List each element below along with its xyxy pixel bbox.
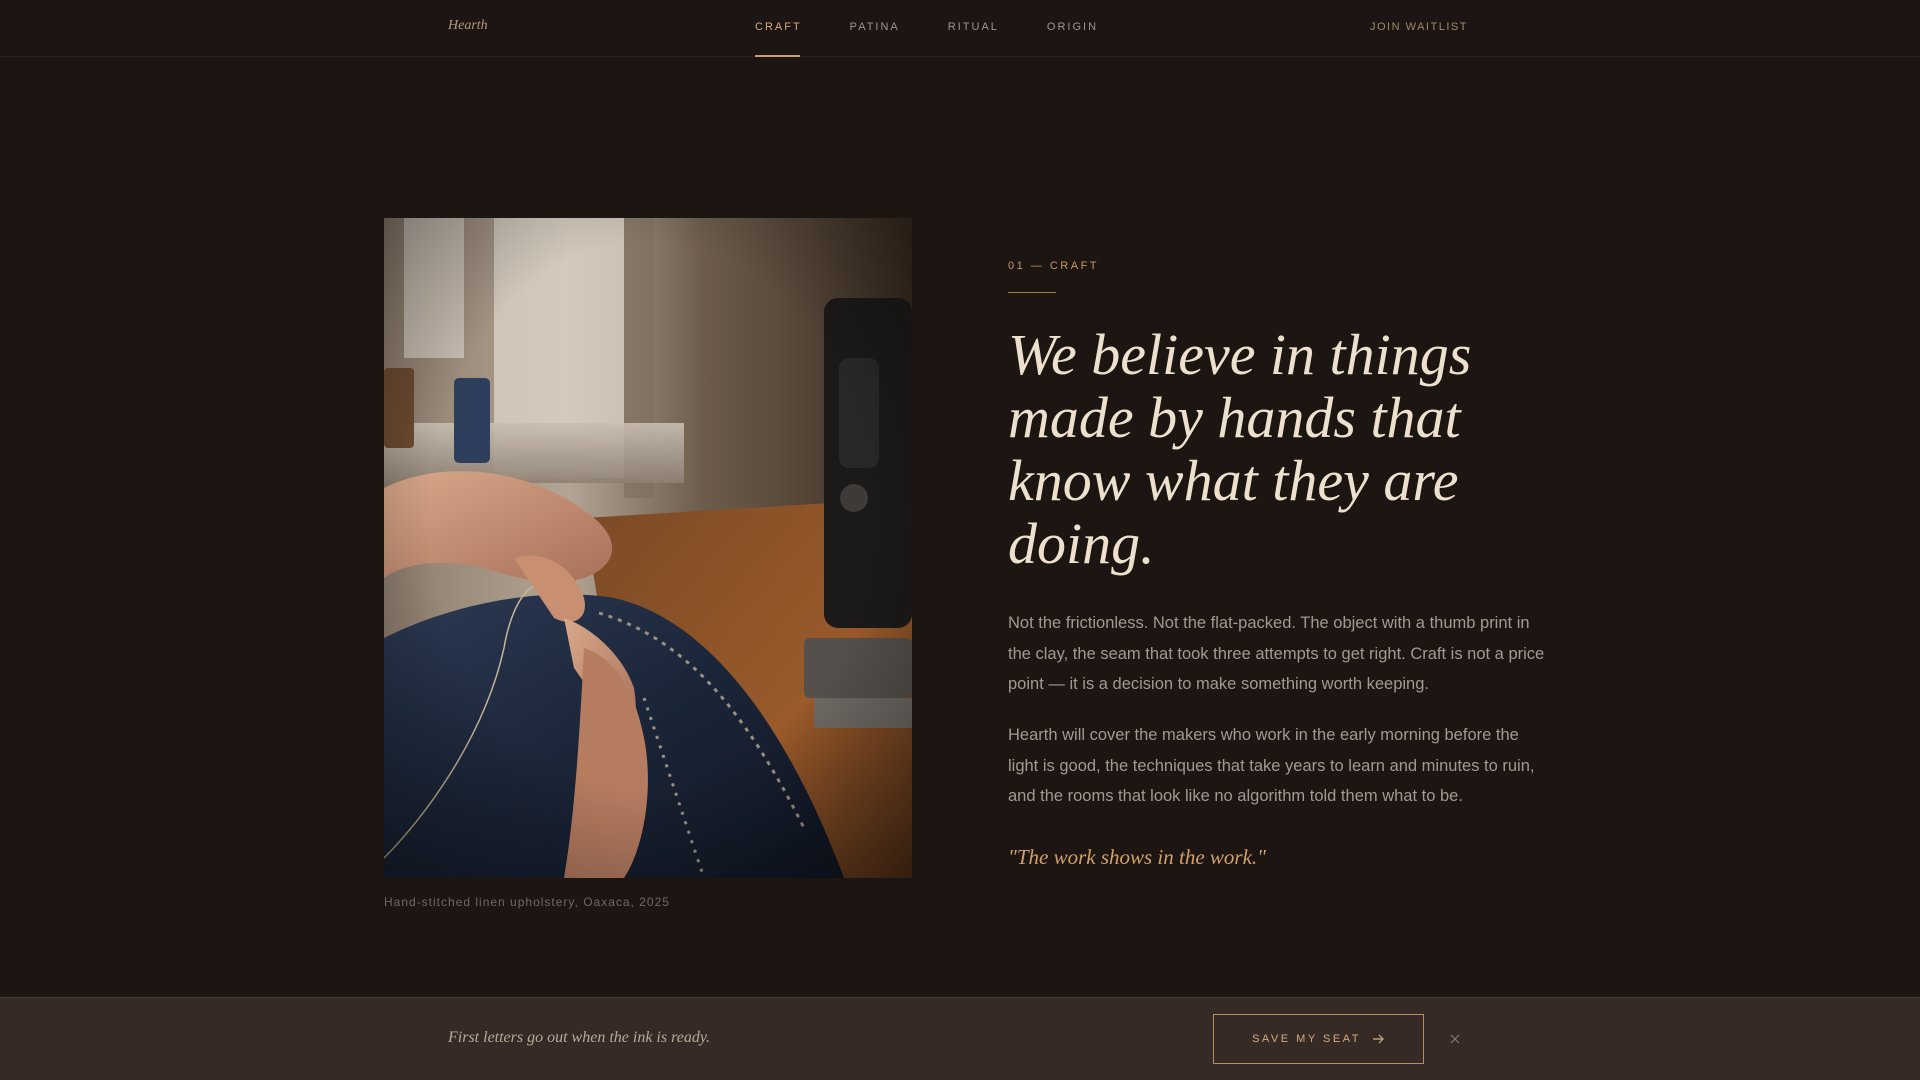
nav-links: CRAFT PATINA RITUAL ORIGIN (755, 0, 1146, 57)
join-waitlist-link[interactable]: JOIN WAITLIST (1370, 0, 1468, 57)
close-icon[interactable] (1448, 1032, 1462, 1046)
brand-logo[interactable]: Hearth (448, 18, 488, 34)
save-my-seat-button[interactable]: SAVE MY SEAT (1213, 1014, 1424, 1064)
eyebrow-divider (1008, 292, 1056, 293)
arrow-right-icon (1372, 1034, 1385, 1044)
pull-quote: "The work shows in the work." (1008, 845, 1266, 869)
top-nav: Hearth CRAFT PATINA RITUAL ORIGIN JOIN W… (0, 0, 1920, 57)
nav-link-patina[interactable]: PATINA (850, 0, 900, 57)
banner-text: First letters go out when the ink is rea… (448, 1029, 711, 1046)
nav-link-origin[interactable]: ORIGIN (1047, 0, 1098, 57)
sewing-photo (384, 218, 912, 878)
nav-link-ritual[interactable]: RITUAL (948, 0, 999, 57)
nav-link-craft[interactable]: CRAFT (755, 0, 802, 57)
body-paragraph-1: Not the frictionless. Not the flat-packe… (1008, 614, 1545, 693)
section-headline: We believe in things made by hands that … (1008, 322, 1472, 576)
waitlist-banner: First letters go out when the ink is rea… (0, 997, 1920, 1080)
save-my-seat-label: SAVE MY SEAT (1252, 1033, 1361, 1045)
section-eyebrow: 01 — CRAFT (1008, 260, 1100, 272)
page: Hearth CRAFT PATINA RITUAL ORIGIN JOIN W… (0, 0, 1920, 1080)
body-paragraph-2: Hearth will cover the makers who work in… (1008, 726, 1535, 805)
photo-caption: Hand-stitched linen upholstery, Oaxaca, … (384, 895, 670, 909)
